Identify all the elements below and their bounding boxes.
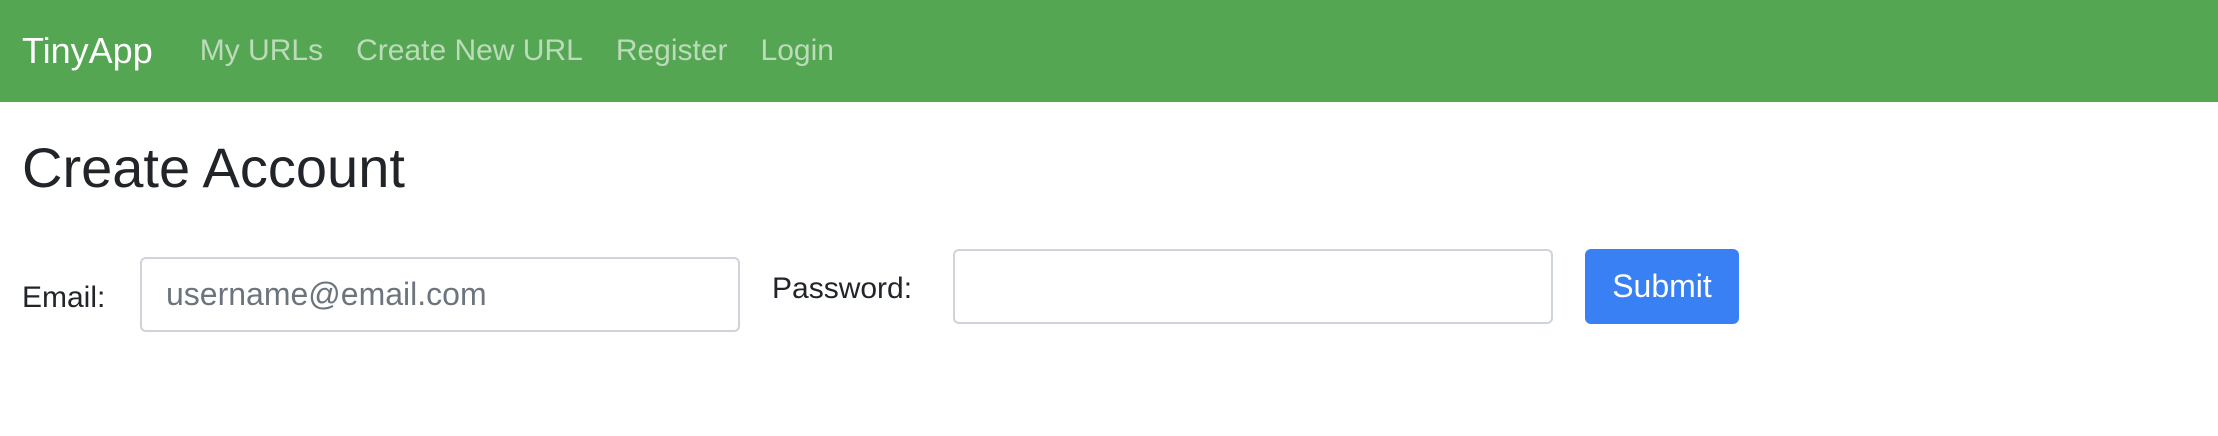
brand-link[interactable]: TinyApp (22, 33, 153, 69)
submit-button[interactable]: Submit (1585, 249, 1739, 324)
page-title: Create Account (22, 136, 405, 199)
nav-link-login[interactable]: Login (761, 36, 834, 66)
password-field[interactable] (953, 249, 1553, 324)
password-label: Password: (772, 272, 913, 305)
nav-links: My URLs Create New URL Register Login (200, 36, 867, 66)
nav-link-create-new-url[interactable]: Create New URL (356, 36, 583, 66)
nav-link-register[interactable]: Register (616, 36, 728, 66)
nav-link-my-urls[interactable]: My URLs (200, 36, 323, 66)
email-label: Email: (22, 281, 106, 314)
navbar: TinyApp My URLs Create New URL Register … (0, 0, 2218, 102)
email-field[interactable] (140, 257, 740, 332)
